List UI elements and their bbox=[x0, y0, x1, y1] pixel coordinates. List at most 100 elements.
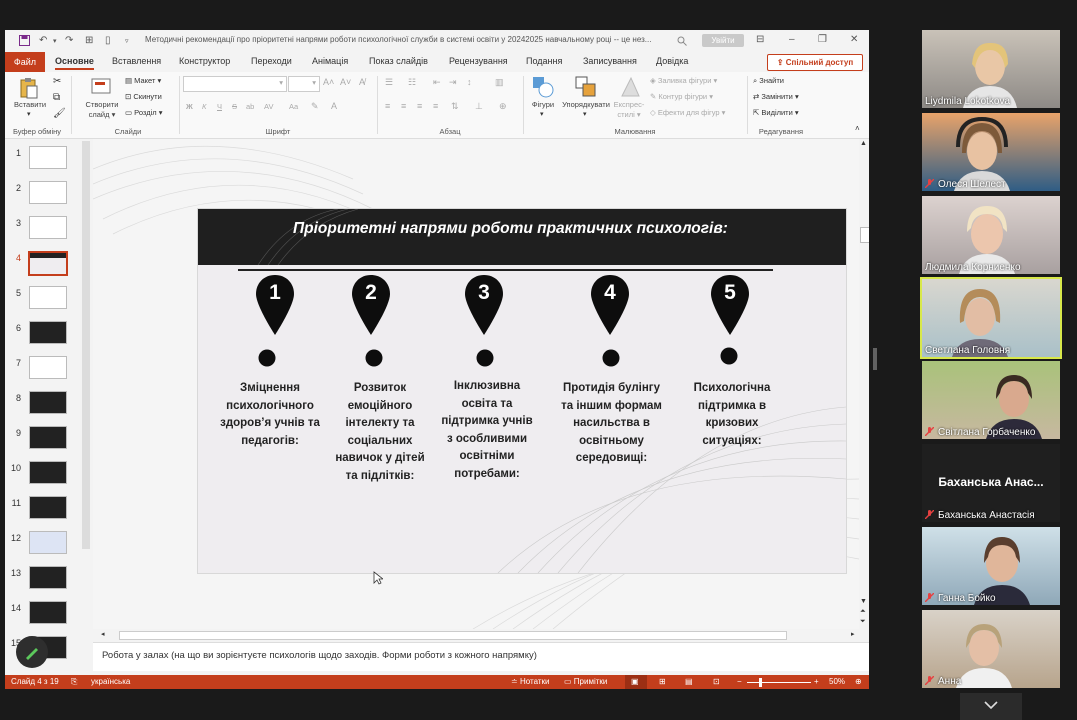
quick-styles-icon[interactable] bbox=[619, 76, 641, 98]
next-slide-icon[interactable]: ⏷ bbox=[860, 618, 866, 626]
shape-effects-button[interactable]: ◇ Ефекти для фігур ▾ bbox=[650, 108, 725, 117]
select-button[interactable]: ⇱ Виділити ▾ bbox=[753, 108, 799, 117]
undo-icon[interactable]: ↶ bbox=[39, 35, 47, 46]
bullets-icon[interactable]: ☰ bbox=[385, 77, 393, 88]
fit-to-window-icon[interactable]: ⊕ bbox=[855, 677, 862, 686]
slide-thumbnail[interactable] bbox=[29, 356, 67, 379]
participant-tile[interactable]: Олеся Шелест bbox=[922, 113, 1060, 191]
arrange-button[interactable]: Упорядкувати bbox=[557, 100, 615, 109]
zoom-level[interactable]: 50% bbox=[829, 677, 845, 686]
paste-dropdown-icon[interactable]: ▾ bbox=[27, 110, 31, 118]
italic-button[interactable]: К bbox=[202, 102, 206, 111]
normal-view-button[interactable]: ▣ bbox=[625, 675, 647, 689]
font-name-combo[interactable]: ▾ bbox=[183, 76, 287, 92]
replace-button[interactable]: ⇄ Замінити ▾ bbox=[753, 92, 799, 101]
underline-button[interactable]: Ч bbox=[217, 102, 222, 111]
tab-view[interactable]: Подання bbox=[526, 56, 562, 66]
scroll-down-icon[interactable]: ▼ bbox=[860, 598, 867, 605]
comments-button[interactable]: ▭ Примітки bbox=[564, 677, 607, 686]
smartart-icon[interactable]: ⊕ bbox=[499, 101, 507, 112]
slide-vertical-scrollbar[interactable]: ▲ ▼ ⏶ ⏷ bbox=[859, 139, 869, 629]
tab-recording[interactable]: Записування bbox=[583, 56, 637, 66]
highlight-icon[interactable]: ✎ bbox=[311, 101, 319, 112]
prev-slide-icon[interactable]: ⏶ bbox=[860, 608, 866, 616]
scroll-right-icon[interactable]: ▸ bbox=[851, 630, 855, 638]
increase-font-icon[interactable]: A˄ bbox=[323, 77, 334, 87]
sign-in-button[interactable]: Увійти bbox=[702, 34, 744, 47]
shape-outline-button[interactable]: ✎ Контур фігури ▾ bbox=[650, 92, 713, 101]
font-color-icon[interactable]: A bbox=[331, 101, 337, 111]
notes-pane[interactable]: Робота у залах (на що ви зорієнтуєте пси… bbox=[93, 642, 869, 671]
slide-thumbnail[interactable] bbox=[29, 531, 67, 554]
participant-tile[interactable]: Світлана Горбаченко bbox=[922, 361, 1060, 439]
clear-format-icon[interactable]: A̸ bbox=[359, 77, 365, 87]
reset-button[interactable]: ⊡ Скинути bbox=[125, 92, 162, 101]
zoom-slider-thumb[interactable] bbox=[759, 678, 762, 687]
copy-icon[interactable]: ⧉ bbox=[53, 92, 60, 103]
slide-thumbnail[interactable] bbox=[29, 321, 67, 344]
font-size-combo[interactable]: ▾ bbox=[288, 76, 320, 92]
tab-file[interactable]: Файл bbox=[5, 52, 45, 72]
cut-icon[interactable]: ✂ bbox=[53, 76, 61, 87]
slideshow-icon[interactable]: ⊡ bbox=[713, 677, 720, 686]
new-slide-button[interactable]: Створити слайд ▾ bbox=[79, 100, 125, 120]
new-file-icon[interactable]: ▯ bbox=[105, 35, 111, 46]
redo-icon[interactable]: ↷ bbox=[65, 35, 73, 46]
decrease-font-icon[interactable]: A˅ bbox=[340, 77, 351, 87]
char-spacing-button[interactable]: AV bbox=[264, 102, 273, 111]
arrange-dropdown-icon[interactable]: ▾ bbox=[583, 110, 587, 118]
paste-icon[interactable] bbox=[19, 77, 39, 99]
annotate-pen-icon[interactable] bbox=[15, 635, 49, 669]
section-button[interactable]: ▭ Розділ ▾ bbox=[125, 108, 162, 117]
slide[interactable]: Пріоритетні напрями роботи практичних пс… bbox=[197, 208, 847, 574]
tab-design[interactable]: Конструктор bbox=[179, 56, 230, 66]
panel-resize-handle[interactable] bbox=[873, 348, 877, 370]
save-icon[interactable] bbox=[19, 35, 30, 46]
participant-tile-active-speaker[interactable]: Светлана Головня bbox=[920, 277, 1062, 359]
slide-thumbnail[interactable] bbox=[29, 391, 67, 414]
shapes-dropdown-icon[interactable]: ▾ bbox=[540, 110, 544, 118]
tab-slideshow[interactable]: Показ слайдів bbox=[369, 56, 428, 66]
slide-horizontal-scrollbar[interactable]: ◂ ▸ bbox=[93, 629, 859, 640]
share-button[interactable]: ⇪ Спільний доступ bbox=[767, 54, 863, 71]
accessibility-icon[interactable]: ⎘ bbox=[71, 677, 77, 687]
hscroll-thumb[interactable] bbox=[119, 631, 787, 640]
tab-help[interactable]: Довідка bbox=[656, 56, 688, 66]
increase-indent-icon[interactable]: ⇥ bbox=[449, 77, 457, 88]
find-button[interactable]: ⌕ Знайти bbox=[753, 76, 784, 86]
ribbon-display-icon[interactable]: ⊟ bbox=[756, 34, 764, 45]
participant-tile[interactable]: Анна bbox=[922, 610, 1060, 688]
format-painter-icon[interactable]: 🖌 bbox=[53, 108, 66, 119]
maximize-icon[interactable]: ❐ bbox=[818, 34, 827, 45]
scroll-left-icon[interactable]: ◂ bbox=[101, 630, 105, 638]
justify-icon[interactable]: ≡ bbox=[433, 101, 438, 111]
tab-insert[interactable]: Вставлення bbox=[112, 56, 161, 66]
slide-thumbnail[interactable] bbox=[29, 146, 67, 169]
align-center-icon[interactable]: ≡ bbox=[401, 101, 406, 111]
align-right-icon[interactable]: ≡ bbox=[417, 101, 422, 111]
more-participants-button[interactable] bbox=[960, 693, 1022, 720]
font-name-dropdown-icon[interactable]: ▾ bbox=[279, 78, 283, 87]
present-icon[interactable]: ⊞ bbox=[85, 35, 93, 46]
new-slide-icon[interactable] bbox=[91, 77, 113, 97]
slide-thumbnail[interactable] bbox=[29, 496, 67, 519]
participant-tile[interactable]: Людмила Корниенко bbox=[922, 196, 1060, 274]
slide-thumbnail[interactable] bbox=[29, 426, 67, 449]
thumbnail-scrollbar[interactable] bbox=[82, 141, 90, 549]
participant-tile[interactable]: Liydmila Lokotkova bbox=[922, 30, 1060, 108]
scroll-up-icon[interactable]: ▲ bbox=[860, 140, 867, 147]
numbering-icon[interactable]: ☷ bbox=[408, 77, 416, 88]
change-case-button[interactable]: Aa bbox=[289, 102, 298, 111]
collapse-ribbon-icon[interactable]: ˄ bbox=[855, 124, 860, 133]
decrease-indent-icon[interactable]: ⇤ bbox=[433, 77, 441, 88]
undo-dropdown-icon[interactable]: ▾ bbox=[53, 37, 57, 45]
slide-thumbnail[interactable] bbox=[29, 216, 67, 239]
line-spacing-icon[interactable]: ↕ bbox=[467, 77, 472, 87]
shapes-icon[interactable] bbox=[532, 76, 554, 98]
slide-thumbnail-selected[interactable] bbox=[28, 251, 68, 276]
close-icon[interactable]: ✕ bbox=[850, 34, 858, 45]
shapes-button[interactable]: Фігури bbox=[526, 100, 560, 109]
align-left-icon[interactable]: ≡ bbox=[385, 101, 390, 111]
slide-thumbnail[interactable] bbox=[29, 461, 67, 484]
font-size-dropdown-icon[interactable]: ▾ bbox=[312, 78, 316, 87]
